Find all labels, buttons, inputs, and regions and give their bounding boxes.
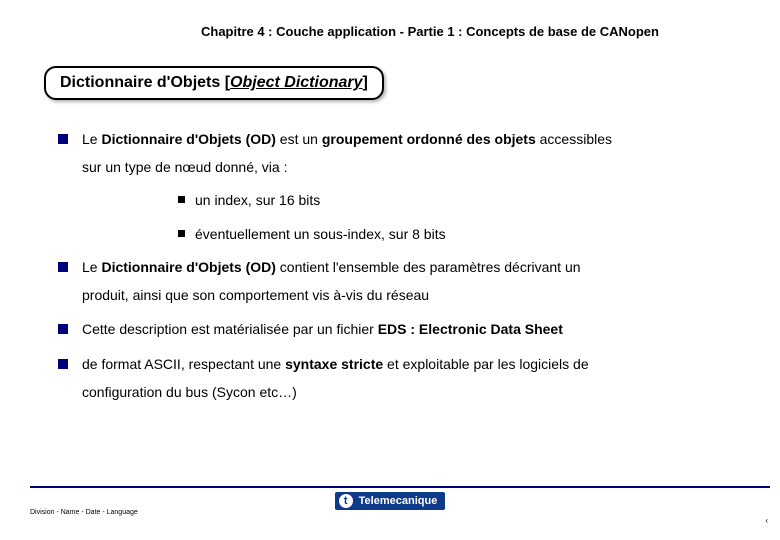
bullet-icon: [58, 324, 68, 334]
title-main: Dictionnaire d'Objets [: [60, 74, 230, 91]
title-italic: Object Dictionary: [230, 74, 362, 91]
bullet-1: Le Dictionnaire d'Objets (OD) est un gro…: [58, 130, 760, 150]
bullet-4-line2: configuration du bus (Sycon etc…): [82, 383, 760, 403]
bullet-icon: [178, 196, 185, 203]
t: groupement ordonné des objets: [322, 131, 536, 147]
t: et exploitable par les logiciels de: [383, 356, 588, 372]
slide-title-box: Dictionnaire d'Objets [Object Dictionary…: [44, 66, 384, 100]
brand-logo: t Telemecanique: [335, 492, 446, 510]
bullet-2-line2: produit, ainsi que son comportement vis …: [82, 286, 760, 306]
footer-divider: [30, 486, 770, 488]
footer-logo-area: t Telemecanique: [0, 491, 780, 510]
sub-bullet-1-text: un index, sur 16 bits: [195, 191, 760, 211]
bullet-1-line2: sur un type de nœud donné, via :: [82, 158, 760, 178]
bullet-icon: [178, 230, 185, 237]
bullet-2: Le Dictionnaire d'Objets (OD) contient l…: [58, 258, 760, 278]
bullet-3: Cette description est matérialisée par u…: [58, 320, 760, 340]
bullet-icon: [58, 134, 68, 144]
t: contient l'ensemble des paramètres décri…: [276, 259, 581, 275]
content-area: Le Dictionnaire d'Objets (OD) est un gro…: [58, 130, 760, 416]
page-corner-mark: ‹: [765, 518, 768, 524]
t: est un: [276, 131, 322, 147]
sub-bullet-1: un index, sur 16 bits: [178, 191, 760, 211]
bullet-2-text: Le Dictionnaire d'Objets (OD) contient l…: [82, 258, 760, 278]
bullet-icon: [58, 262, 68, 272]
bullet-3-text: Cette description est matérialisée par u…: [82, 320, 760, 340]
t: Dictionnaire d'Objets (OD): [101, 259, 275, 275]
t: syntaxe stricte: [285, 356, 383, 372]
t: Dictionnaire d'Objets (OD): [101, 131, 275, 147]
t: Le: [82, 259, 101, 275]
t: accessibles: [536, 131, 612, 147]
t: Cette description est matérialisée par u…: [82, 321, 378, 337]
chapter-header: Chapitre 4 : Couche application - Partie…: [0, 24, 780, 39]
bullet-4: de format ASCII, respectant une syntaxe …: [58, 355, 760, 375]
sub-bullet-2: éventuellement un sous-index, sur 8 bits: [178, 225, 760, 245]
bullet-icon: [58, 359, 68, 369]
brand-name: Telemecanique: [359, 495, 438, 507]
footer-meta: Division - Name - Date - Language: [30, 509, 138, 516]
slide: Chapitre 4 : Couche application - Partie…: [0, 0, 780, 540]
t: Le: [82, 131, 101, 147]
t: de format ASCII, respectant une: [82, 356, 285, 372]
bullet-1-text: Le Dictionnaire d'Objets (OD) est un gro…: [82, 130, 760, 150]
title-close: ]: [363, 74, 368, 91]
brand-logo-icon: t: [339, 494, 353, 508]
sub-bullet-2-text: éventuellement un sous-index, sur 8 bits: [195, 225, 760, 245]
bullet-4-text: de format ASCII, respectant une syntaxe …: [82, 355, 760, 375]
t: EDS : Electronic Data Sheet: [378, 321, 563, 337]
